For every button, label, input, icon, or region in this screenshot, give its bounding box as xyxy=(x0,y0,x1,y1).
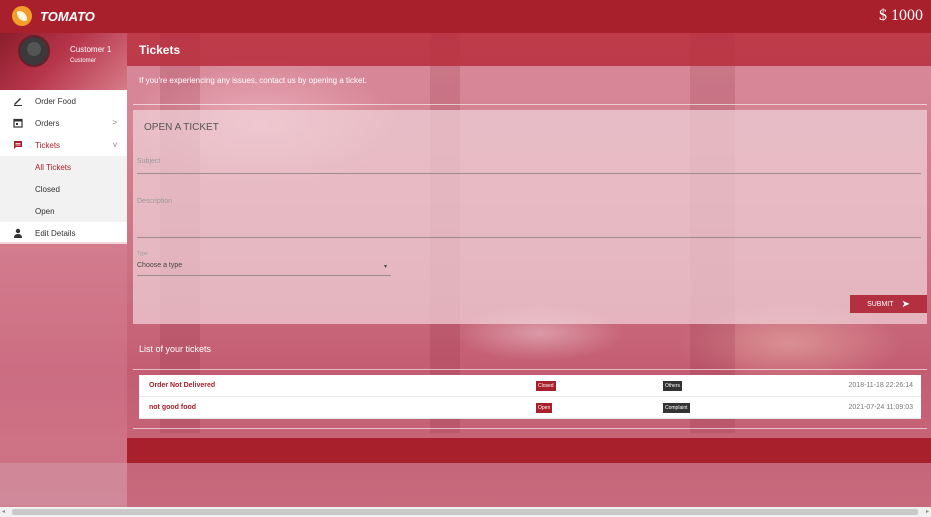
type-label: Type xyxy=(137,251,148,257)
divider xyxy=(133,428,927,429)
sidebar-item-tickets[interactable]: Tickets v xyxy=(0,134,127,156)
sidebar-item-label: All Tickets xyxy=(35,162,72,172)
horizontal-scrollbar[interactable]: ◂ ▸ xyxy=(0,507,931,517)
open-ticket-form: OPEN A TICKET Subject Description Type C… xyxy=(133,110,927,324)
description-underline xyxy=(137,237,921,238)
dropdown-arrow-icon: ▾ xyxy=(383,264,387,270)
tomato-logo-icon[interactable] xyxy=(12,6,32,26)
chat-icon xyxy=(14,141,22,149)
ticket-date: 2018-11-18 22:26:14 xyxy=(848,382,913,389)
sidebar-item-label: Tickets xyxy=(35,140,61,150)
sidebar-item-edit-details[interactable]: Edit Details xyxy=(0,222,127,244)
chevron-down-icon: v xyxy=(113,140,117,149)
sidebar: Customer 1 Customer Order Food Orders > … xyxy=(0,33,127,517)
submit-button[interactable]: SUBMIT ➤ xyxy=(850,295,927,313)
page-title: Tickets xyxy=(127,33,931,66)
profile-role: Customer xyxy=(70,58,97,64)
ticket-date: 2021-07-24 11:09:03 xyxy=(848,404,913,411)
submit-label: SUBMIT xyxy=(867,300,894,308)
pencil-icon xyxy=(14,98,22,106)
sidebar-subitem-open[interactable]: Open xyxy=(0,200,127,222)
ticket-row[interactable]: not good food Open Complaint 2021-07-24 … xyxy=(139,397,921,419)
subject-underline xyxy=(137,173,921,174)
scroll-left-icon[interactable]: ◂ xyxy=(2,508,5,515)
scrollbar-thumb[interactable] xyxy=(12,509,918,515)
intro-text: If you're experiencing any issues, conta… xyxy=(139,76,367,85)
sidebar-item-order-food[interactable]: Order Food xyxy=(0,90,127,112)
divider xyxy=(133,369,927,370)
brand-name[interactable]: TOMATO xyxy=(40,9,95,24)
person-icon xyxy=(14,228,22,238)
ticket-list-title: List of your tickets xyxy=(139,344,212,354)
form-title: OPEN A TICKET xyxy=(144,122,219,133)
type-select[interactable]: Choose a type ▾ xyxy=(137,262,391,276)
sidebar-subitem-closed[interactable]: Closed xyxy=(0,178,127,200)
sidebar-item-label: Open xyxy=(35,206,55,216)
sidebar-menu: Order Food Orders > Tickets v All Ticket… xyxy=(0,90,127,244)
sidebar-item-orders[interactable]: Orders > xyxy=(0,112,127,134)
avatar xyxy=(18,35,50,67)
ticket-subject[interactable]: not good food xyxy=(149,404,196,411)
profile-card: Customer 1 Customer xyxy=(0,33,127,90)
subject-input[interactable]: Subject xyxy=(137,158,160,165)
status-badge: Closed xyxy=(536,381,556,391)
divider xyxy=(133,104,927,105)
sidebar-item-label: Orders xyxy=(35,118,60,128)
description-input[interactable]: Description xyxy=(137,198,172,205)
ticket-row[interactable]: Order Not Delivered Closed Others 2018-1… xyxy=(139,375,921,397)
send-icon: ➤ xyxy=(901,298,910,310)
ticket-list: Order Not Delivered Closed Others 2018-1… xyxy=(139,375,921,419)
status-badge: Open xyxy=(536,403,553,413)
wallet-balance: $ 1000 xyxy=(879,7,923,24)
main-content: Tickets If you're experiencing any issue… xyxy=(127,33,931,429)
profile-name: Customer 1 xyxy=(70,45,112,54)
sidebar-item-label: Closed xyxy=(35,184,60,194)
ticket-subject[interactable]: Order Not Delivered xyxy=(149,382,215,389)
category-badge: Complaint xyxy=(663,403,690,413)
top-bar: TOMATO $ 1000 xyxy=(0,0,931,33)
type-select-value: Choose a type xyxy=(137,262,183,269)
calendar-icon xyxy=(13,118,23,128)
scroll-right-icon[interactable]: ▸ xyxy=(926,508,929,515)
footer-bar xyxy=(127,438,931,463)
category-badge: Others xyxy=(663,381,683,391)
sidebar-item-label: Edit Details xyxy=(35,228,76,238)
sidebar-subitem-all-tickets[interactable]: All Tickets xyxy=(0,156,127,178)
chevron-right-icon: > xyxy=(112,118,117,127)
sidebar-item-label: Order Food xyxy=(35,96,76,106)
